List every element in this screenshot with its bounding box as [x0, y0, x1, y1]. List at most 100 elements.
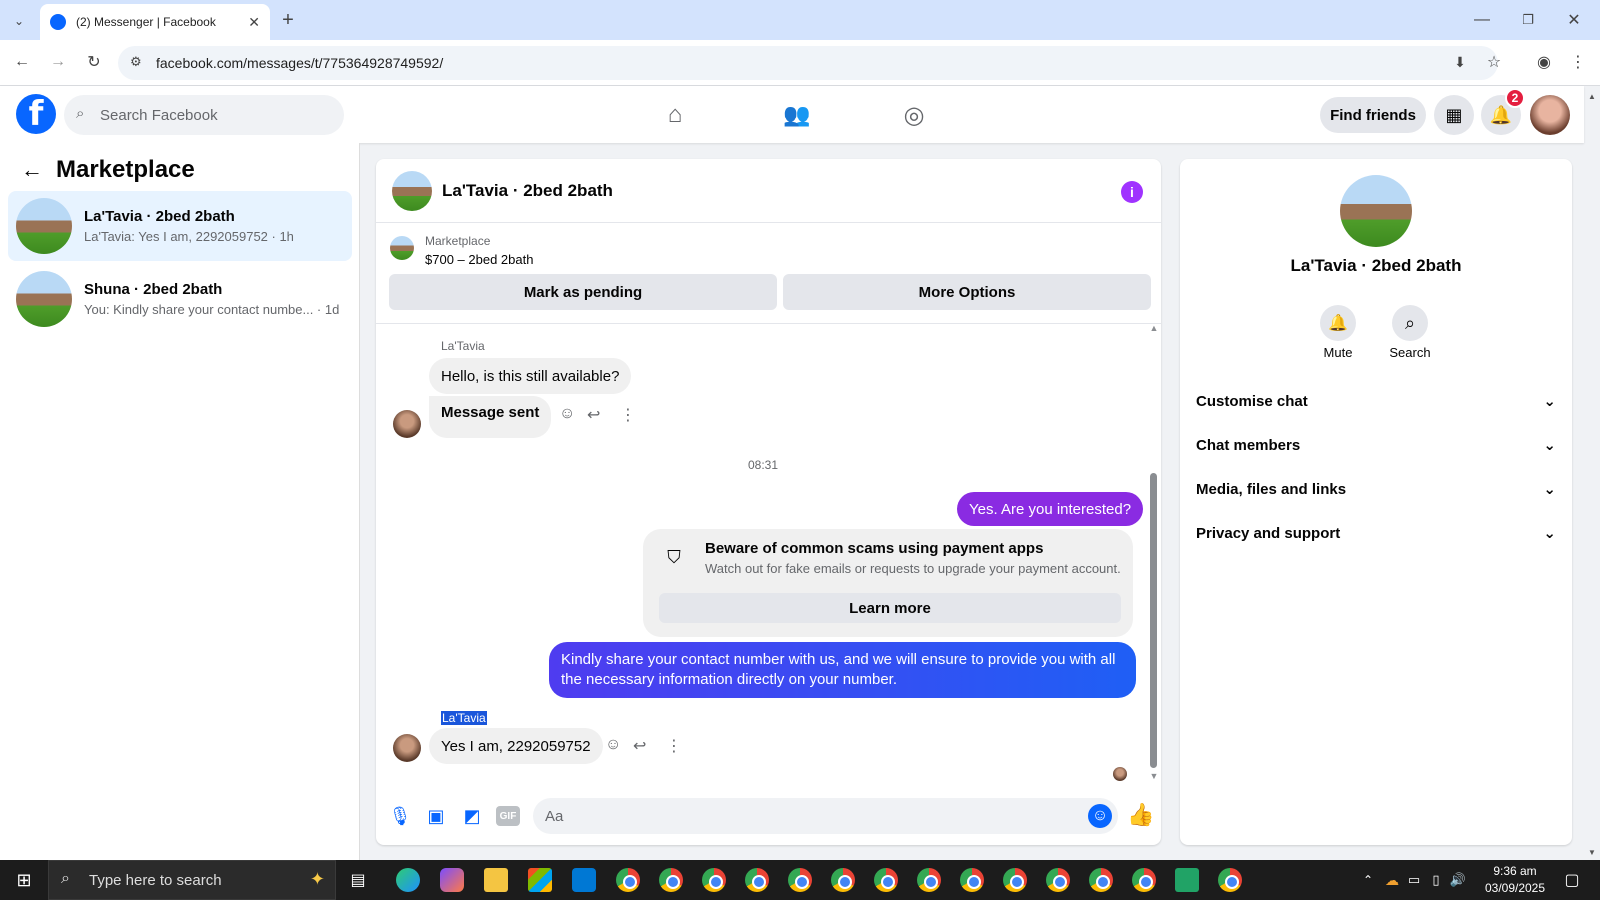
chrome-icon[interactable] [917, 868, 941, 892]
facebook-logo[interactable]: f [16, 94, 56, 134]
section-media-files-links[interactable]: Media, files and links ⌄ [1196, 480, 1556, 499]
groups-icon[interactable]: ◎ [899, 100, 929, 130]
scroll-down-icon[interactable]: ▼ [1148, 770, 1160, 782]
reply-icon[interactable]: ↩ [633, 736, 646, 756]
profile-icon[interactable]: ◉ [1532, 50, 1556, 74]
tab-title: (2) Messenger | Facebook [76, 15, 216, 29]
notification-center-icon[interactable]: ▢ [1560, 868, 1584, 892]
emoji-icon[interactable]: ☺ [1088, 804, 1112, 828]
message-bubble-incoming[interactable]: Yes I am, 2292059752 [429, 728, 603, 764]
search-conversation-icon[interactable]: ⌕ [1392, 305, 1428, 341]
outlook-icon[interactable] [572, 868, 596, 892]
file-explorer-icon[interactable] [484, 868, 508, 892]
react-emoji-icon[interactable]: ☺ [559, 405, 575, 423]
close-window-icon[interactable]: ✕ [1562, 8, 1586, 32]
section-chat-members[interactable]: Chat members ⌄ [1196, 436, 1556, 455]
restore-icon[interactable]: ❐ [1516, 8, 1540, 32]
tray-chevron-up-icon[interactable]: ⌃ [1360, 870, 1376, 890]
friends-icon[interactable]: 👥 [780, 100, 814, 130]
back-arrow-icon[interactable]: ← [20, 157, 44, 182]
chrome-icon[interactable] [702, 868, 726, 892]
thumbs-up-icon[interactable]: 👍 [1127, 802, 1154, 828]
chrome-icon[interactable] [874, 868, 898, 892]
account-avatar[interactable] [1530, 95, 1570, 135]
photo-icon[interactable]: ▣ [424, 804, 448, 828]
menu-grid-icon[interactable]: ▦ [1434, 95, 1474, 135]
chat-scrollbar[interactable] [1150, 473, 1157, 768]
section-label: Customise chat [1196, 392, 1308, 410]
chrome-icon[interactable] [745, 868, 769, 892]
bookmark-star-icon[interactable]: ☆ [1482, 50, 1506, 74]
message-bubble-incoming[interactable]: Hello, is this still available? [429, 358, 632, 394]
chat-title[interactable]: La'Tavia · 2bed 2bath [442, 181, 613, 201]
onedrive-icon[interactable]: ☁ [1382, 870, 1402, 890]
close-tab-icon[interactable]: ✕ [248, 14, 260, 31]
copilot-icon[interactable] [440, 868, 464, 892]
sticker-icon[interactable]: ◩ [460, 804, 484, 828]
address-bar[interactable]: ⚙ facebook.com/messages/t/77536492874959… [118, 46, 1498, 80]
taskbar-clock[interactable]: 9:36 am 03/09/2025 [1475, 863, 1555, 897]
browser-tab[interactable]: (2) Messenger | Facebook ✕ [40, 4, 270, 40]
message-input[interactable]: Aa [533, 798, 1118, 834]
page-scroll-up-icon[interactable]: ▲ [1586, 90, 1598, 102]
message-bubble-outgoing[interactable]: Yes. Are you interested? [957, 492, 1144, 526]
find-friends-button[interactable]: Find friends [1320, 97, 1426, 133]
search-icon: ⌕ [61, 870, 70, 887]
chrome-icon[interactable] [788, 868, 812, 892]
chat-avatar[interactable] [392, 170, 432, 211]
more-actions-icon[interactable]: ⋮ [666, 736, 682, 756]
chrome-icon[interactable] [831, 868, 855, 892]
browser-menu-icon[interactable]: ⋮ [1566, 50, 1590, 74]
reload-icon[interactable]: ↻ [82, 50, 106, 74]
microphone-icon[interactable]: 🎙 [388, 804, 412, 828]
chrome-icon-active[interactable] [1003, 868, 1027, 892]
chrome-icon[interactable] [1218, 868, 1242, 892]
spreadsheet-icon[interactable] [1175, 868, 1199, 892]
chrome-icon[interactable] [960, 868, 984, 892]
battery-icon[interactable]: ▯ [1426, 870, 1446, 890]
site-info-icon[interactable]: ⚙ [130, 54, 142, 70]
reply-icon[interactable]: ↩ [587, 405, 600, 425]
store-icon[interactable] [528, 868, 552, 892]
message-bubble-outgoing[interactable]: Kindly share your contact number with us… [549, 642, 1136, 698]
tab-list-chevron-icon[interactable]: ⌄ [8, 10, 30, 32]
install-app-icon[interactable]: ⬇ [1448, 50, 1472, 74]
sender-avatar[interactable] [393, 734, 421, 762]
back-icon[interactable]: ← [10, 50, 34, 74]
facebook-search-input[interactable]: ⌕ Search Facebook [64, 95, 344, 135]
new-tab-icon[interactable]: + [276, 8, 300, 32]
chrome-icon[interactable] [1046, 868, 1070, 892]
profile-thumbnail[interactable] [1340, 175, 1412, 247]
taskbar-search-input[interactable]: ⌕ Type here to search ✦ [48, 860, 336, 900]
section-privacy-support[interactable]: Privacy and support ⌄ [1196, 524, 1556, 543]
gif-icon[interactable]: GIF [496, 806, 520, 826]
forward-icon[interactable]: → [46, 50, 70, 74]
sender-avatar[interactable] [393, 410, 421, 438]
task-view-icon[interactable]: ▤ [346, 868, 370, 892]
info-icon[interactable]: i [1121, 181, 1143, 203]
home-icon[interactable]: ⌂ [660, 100, 690, 130]
react-emoji-icon[interactable]: ☺ [605, 736, 621, 754]
chrome-icon[interactable] [1089, 868, 1113, 892]
conversation-item-shuna[interactable]: Shuna · 2bed 2bath You: Kindly share you… [8, 264, 352, 334]
mute-bell-icon[interactable]: 🔔 [1320, 305, 1356, 341]
more-options-button[interactable]: More Options [783, 274, 1151, 310]
volume-icon[interactable]: 🔊 [1448, 870, 1468, 890]
learn-more-button[interactable]: Learn more [659, 593, 1121, 623]
section-customise-chat[interactable]: Customise chat ⌄ [1196, 392, 1556, 411]
message-bubble-incoming[interactable]: Message sent [429, 396, 552, 438]
chrome-icon[interactable] [1132, 868, 1156, 892]
listing-price: $700 – 2bed 2bath [425, 252, 534, 267]
scroll-up-icon[interactable]: ▲ [1148, 322, 1160, 334]
windows-start-icon[interactable]: ⊞ [10, 866, 38, 894]
page-scroll-down-icon[interactable]: ▼ [1586, 846, 1598, 858]
chrome-icon[interactable] [616, 868, 640, 892]
clock-date: 03/09/2025 [1484, 881, 1546, 895]
conversation-item-latavia[interactable]: La'Tavia · 2bed 2bath La'Tavia: Yes I am… [8, 191, 352, 261]
minimize-icon[interactable]: — [1470, 8, 1494, 32]
chrome-icon[interactable] [659, 868, 683, 892]
edge-icon[interactable] [396, 868, 420, 892]
more-actions-icon[interactable]: ⋮ [620, 405, 636, 425]
mark-as-pending-button[interactable]: Mark as pending [389, 274, 777, 310]
network-icon[interactable]: ▭ [1404, 870, 1424, 890]
